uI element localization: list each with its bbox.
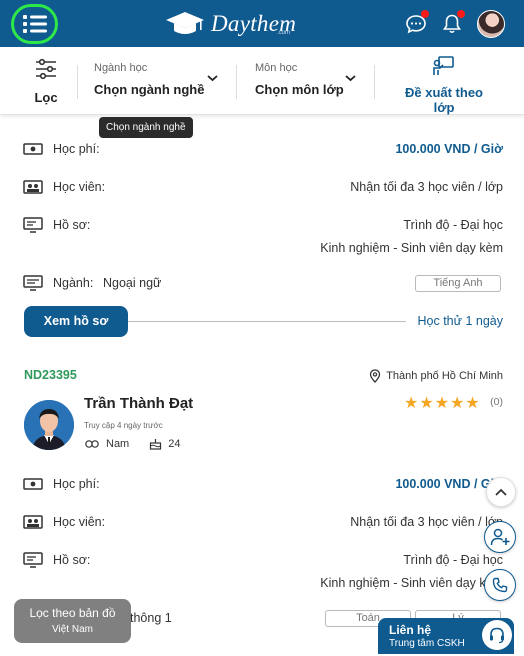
subject-tag[interactable]: Tiếng Anh — [415, 275, 501, 292]
trial-link[interactable]: Học thử 1 ngày — [418, 314, 504, 328]
profile-line-2: Kinh nghiệm - Sinh viên dạy kèm — [320, 241, 503, 255]
major-monitor-icon — [23, 275, 43, 291]
subject-caption: Môn học — [255, 62, 298, 74]
major-caption: Ngành học — [94, 62, 148, 74]
tutor-name[interactable]: Trần Thành Đạt — [84, 395, 193, 412]
city-label: Thành phố Hồ Chí Minh — [386, 370, 503, 382]
fee-label: Học phí: — [53, 477, 100, 491]
students-icon — [23, 180, 43, 194]
filter-label: Lọc — [34, 90, 58, 105]
gender-icon — [85, 440, 99, 448]
contact-support-button[interactable]: Liên hệ Trung tâm CSKH — [378, 618, 514, 654]
tutor-meta: Nam 24 — [84, 438, 180, 450]
students-label: Học viên: — [53, 515, 106, 529]
money-icon — [23, 143, 43, 155]
location-pin-icon — [370, 369, 381, 383]
add-user-button[interactable] — [484, 521, 516, 553]
profile-line-2: Kinh nghiệm - Sinh viên dạy kèm — [320, 576, 503, 590]
map-filter-subtitle: Việt Nam — [52, 624, 93, 635]
gender-label: Nam — [106, 438, 130, 450]
tutor-avatar[interactable] — [24, 400, 74, 450]
contact-title: Liên hệ — [389, 623, 432, 637]
subject-select[interactable]: Môn học Chọn môn lớp — [255, 62, 344, 97]
rating-count: (0) — [490, 396, 503, 408]
fee-value: 100.000 VND / Giờ — [395, 142, 503, 156]
sliders-icon — [36, 58, 56, 80]
tutor-photo — [24, 400, 74, 450]
subject-value: Chọn môn lớp — [255, 82, 344, 97]
students-icon — [23, 515, 43, 529]
chevron-down-icon[interactable] — [207, 74, 218, 82]
money-icon — [23, 478, 43, 490]
map-filter-button[interactable]: Lọc theo bản đồ Việt Nam — [14, 599, 131, 643]
chat-button[interactable] — [403, 10, 429, 37]
tooltip: Chọn ngành nghề — [99, 117, 193, 138]
divider-line — [128, 321, 406, 322]
major-label: Ngành: — [53, 276, 94, 290]
profile-row: Hồ sơ: Trình độ - Đại học Kinh nghiệm - … — [23, 217, 503, 257]
tutor-city: Thành phố Hồ Chí Minh — [369, 369, 503, 383]
major-value: Ngoại ngữ — [103, 276, 162, 290]
divider — [374, 65, 375, 99]
map-filter-title: Lọc theo bản đồ — [29, 606, 116, 620]
major-value: Chọn ngành nghề — [94, 82, 205, 97]
filter-button[interactable]: Lọc — [22, 57, 70, 105]
headset-icon — [490, 627, 504, 644]
view-profile-button[interactable]: Xem hồ sơ — [24, 306, 128, 337]
profile-label: Hồ sơ: — [53, 553, 91, 567]
tutor-id[interactable]: ND23395 — [24, 368, 77, 382]
profile-row: Hồ sơ: Trình độ - Đại học Kinh nghiệm - … — [23, 552, 503, 592]
divider — [236, 65, 237, 99]
chevron-up-icon — [495, 488, 507, 496]
students-value: Nhận tối đa 3 học viên / lớp — [350, 515, 503, 529]
site-logo[interactable]: Daythem .com — [165, 8, 296, 40]
phone-icon — [492, 577, 508, 593]
birthday-cake-icon — [150, 439, 162, 450]
fee-label: Học phí: — [53, 142, 100, 156]
students-value: Nhận tối đa 3 học viên / lớp — [350, 180, 503, 194]
age-label: 24 — [168, 438, 181, 450]
user-avatar[interactable] — [477, 10, 505, 38]
chat-badge — [421, 10, 429, 18]
logo-sub: .com — [277, 30, 291, 36]
headset-badge — [482, 620, 512, 650]
profile-line-1: Trình độ - Đại học — [403, 218, 503, 232]
top-header: Daythem .com — [0, 0, 524, 47]
chevron-down-icon[interactable] — [345, 74, 356, 82]
menu-list-icon — [22, 15, 47, 33]
divider — [77, 65, 78, 99]
profile-monitor-icon — [23, 217, 43, 233]
scroll-top-button[interactable] — [486, 477, 516, 507]
notification-badge — [457, 10, 465, 18]
last-access: Truy cập 4 ngày trước — [84, 421, 163, 430]
teacher-board-icon — [433, 56, 454, 75]
menu-button[interactable] — [11, 4, 58, 44]
contact-subtitle: Trung tâm CSKH — [389, 638, 465, 649]
notification-button[interactable] — [439, 10, 465, 37]
major-value: thông 1 — [130, 611, 172, 625]
filter-bar: Lọc Ngành học Chọn ngành nghề Môn học Ch… — [0, 47, 524, 115]
rating-stars: ★★★★★ — [404, 395, 481, 412]
major-select[interactable]: Ngành học Chọn ngành nghề — [94, 62, 204, 97]
students-label: Học viên: — [53, 180, 106, 194]
call-button[interactable] — [484, 569, 516, 601]
profile-label: Hồ sơ: — [53, 218, 91, 232]
propose-by-class-button[interactable]: Đề xuất theo lớp — [393, 56, 495, 115]
profile-monitor-icon — [23, 552, 43, 568]
propose-label: Đề xuất theo lớp — [404, 85, 483, 115]
graduation-cap-icon — [166, 12, 204, 34]
profile-line-1: Trình độ - Đại học — [403, 553, 503, 567]
add-user-icon — [490, 528, 510, 546]
